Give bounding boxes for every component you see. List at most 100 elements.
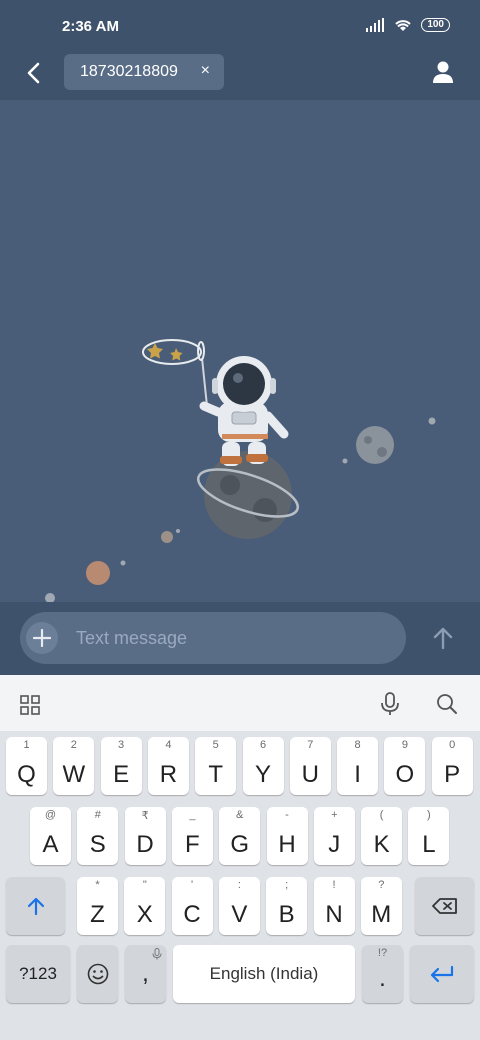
key-s[interactable]: # S [77, 807, 119, 865]
key-x[interactable]: " X [124, 877, 166, 935]
emoji-key[interactable] [77, 945, 118, 1003]
attach-button[interactable] [26, 622, 58, 654]
key-z[interactable]: * Z [77, 877, 118, 935]
astronaut-illustration [45, 339, 436, 602]
status-bar: 2:36 AM 100 [0, 0, 480, 50]
wifi-icon [395, 20, 412, 31]
backspace-icon [431, 898, 457, 914]
key-label: V [231, 901, 248, 928]
period-key-label: . [379, 965, 386, 992]
key-label: K [373, 831, 390, 858]
send-arrow-icon[interactable] [432, 626, 454, 650]
key-a[interactable]: @ A [30, 807, 71, 865]
key-label: B [278, 901, 295, 928]
key-secondary-label: 2 [70, 739, 77, 751]
space-key[interactable]: English (India) [173, 945, 355, 1003]
key-secondary-label: ( [379, 809, 384, 821]
enter-key[interactable] [410, 945, 474, 1003]
key-secondary-label: & [236, 809, 244, 821]
key-label: D [136, 831, 154, 858]
contact-icon[interactable] [432, 60, 454, 84]
key-secondary-label: ) [427, 809, 431, 821]
key-label: J [328, 831, 341, 858]
key-e[interactable]: 3E [100, 737, 142, 795]
key-label: G [230, 831, 250, 858]
remove-recipient-icon[interactable]: × [201, 62, 210, 80]
key-label: Q [17, 761, 36, 788]
key-v[interactable]: :V [218, 877, 260, 935]
key-g[interactable]: & G [219, 807, 261, 865]
shift-key[interactable] [6, 877, 65, 935]
emoji-icon [87, 963, 108, 985]
symbols-key-label: ?123 [19, 964, 57, 983]
key-secondary-label: ; [285, 879, 289, 891]
key-label: E [113, 761, 130, 788]
apps-grid-icon[interactable] [20, 695, 40, 715]
key-u[interactable]: 7U [289, 737, 331, 795]
key-secondary-label: 1 [23, 739, 30, 751]
back-arrow-icon[interactable] [22, 60, 48, 86]
plus-icon [33, 629, 51, 647]
enter-icon [430, 965, 454, 983]
key-o[interactable]: 9O [384, 737, 426, 795]
key-b[interactable]: ; B [266, 877, 308, 935]
key-secondary-label: 7 [307, 739, 314, 751]
key-label: F [185, 831, 200, 858]
key-r[interactable]: 4R [147, 737, 189, 795]
key-secondary-label: 8 [354, 739, 361, 751]
space-key-label: English (India) [209, 964, 319, 983]
key-secondary-label: " [142, 879, 147, 891]
key-q[interactable]: 1Q [6, 737, 47, 795]
key-secondary-label: 3 [118, 739, 125, 751]
microphone-icon[interactable] [380, 692, 400, 716]
key-j[interactable]: + J [313, 807, 355, 865]
key-d[interactable]: ₹ D [124, 807, 166, 865]
key-m[interactable]: ? M [360, 877, 402, 935]
period-key[interactable]: !? . [362, 945, 403, 1003]
recipient-number: 18730218809 [80, 63, 178, 80]
key-secondary-label: # [94, 809, 101, 821]
key-label: A [42, 831, 59, 858]
key-y[interactable]: 6Y [242, 737, 284, 795]
key-w[interactable]: 2W [53, 737, 95, 795]
key-label: I [354, 761, 361, 788]
key-label: P [444, 761, 461, 788]
key-c[interactable]: ' C [171, 877, 213, 935]
comma-key[interactable]: , [125, 945, 166, 1003]
search-icon[interactable] [436, 693, 458, 715]
key-label: C [183, 901, 201, 928]
conversation-area [0, 100, 480, 602]
key-secondary-label: _ [189, 809, 196, 821]
message-input[interactable]: Text message [20, 612, 406, 664]
key-secondary-label: ₹ [141, 810, 149, 822]
key-t[interactable]: 5T [195, 737, 237, 795]
key-n[interactable]: ! N [313, 877, 355, 935]
key-l[interactable]: ) L [408, 807, 450, 865]
recipient-chip[interactable]: 18730218809 × [64, 54, 224, 90]
battery-icon: 100 [421, 18, 450, 32]
key-h[interactable]: -H [266, 807, 308, 865]
key-label: H [278, 831, 296, 858]
key-label: T [208, 761, 224, 788]
key-k[interactable]: (K [361, 807, 403, 865]
key-i[interactable]: 8I [337, 737, 379, 795]
key-label: N [325, 901, 343, 928]
key-secondary-label: ' [191, 879, 194, 891]
message-composer: Text message [0, 602, 480, 675]
shift-arrow-icon [27, 897, 44, 916]
key-f[interactable]: _ F [171, 807, 213, 865]
key-secondary-label: @ [44, 809, 57, 821]
key-secondary-label: 6 [259, 739, 267, 751]
key-label: M [371, 901, 392, 928]
key-label: O [395, 761, 415, 788]
key-p[interactable]: 0P [431, 737, 473, 795]
keyboard-toolbar [0, 675, 480, 731]
key-label: L [422, 831, 436, 858]
symbols-key[interactable]: ?123 [6, 945, 70, 1003]
key-secondary-label: 5 [212, 739, 219, 751]
key-secondary-label: ? [378, 879, 385, 891]
key-secondary-label: 0 [449, 739, 456, 751]
key-secondary-label: ! [332, 879, 336, 891]
status-icons: 100 [365, 18, 450, 32]
backspace-key[interactable] [415, 877, 474, 935]
